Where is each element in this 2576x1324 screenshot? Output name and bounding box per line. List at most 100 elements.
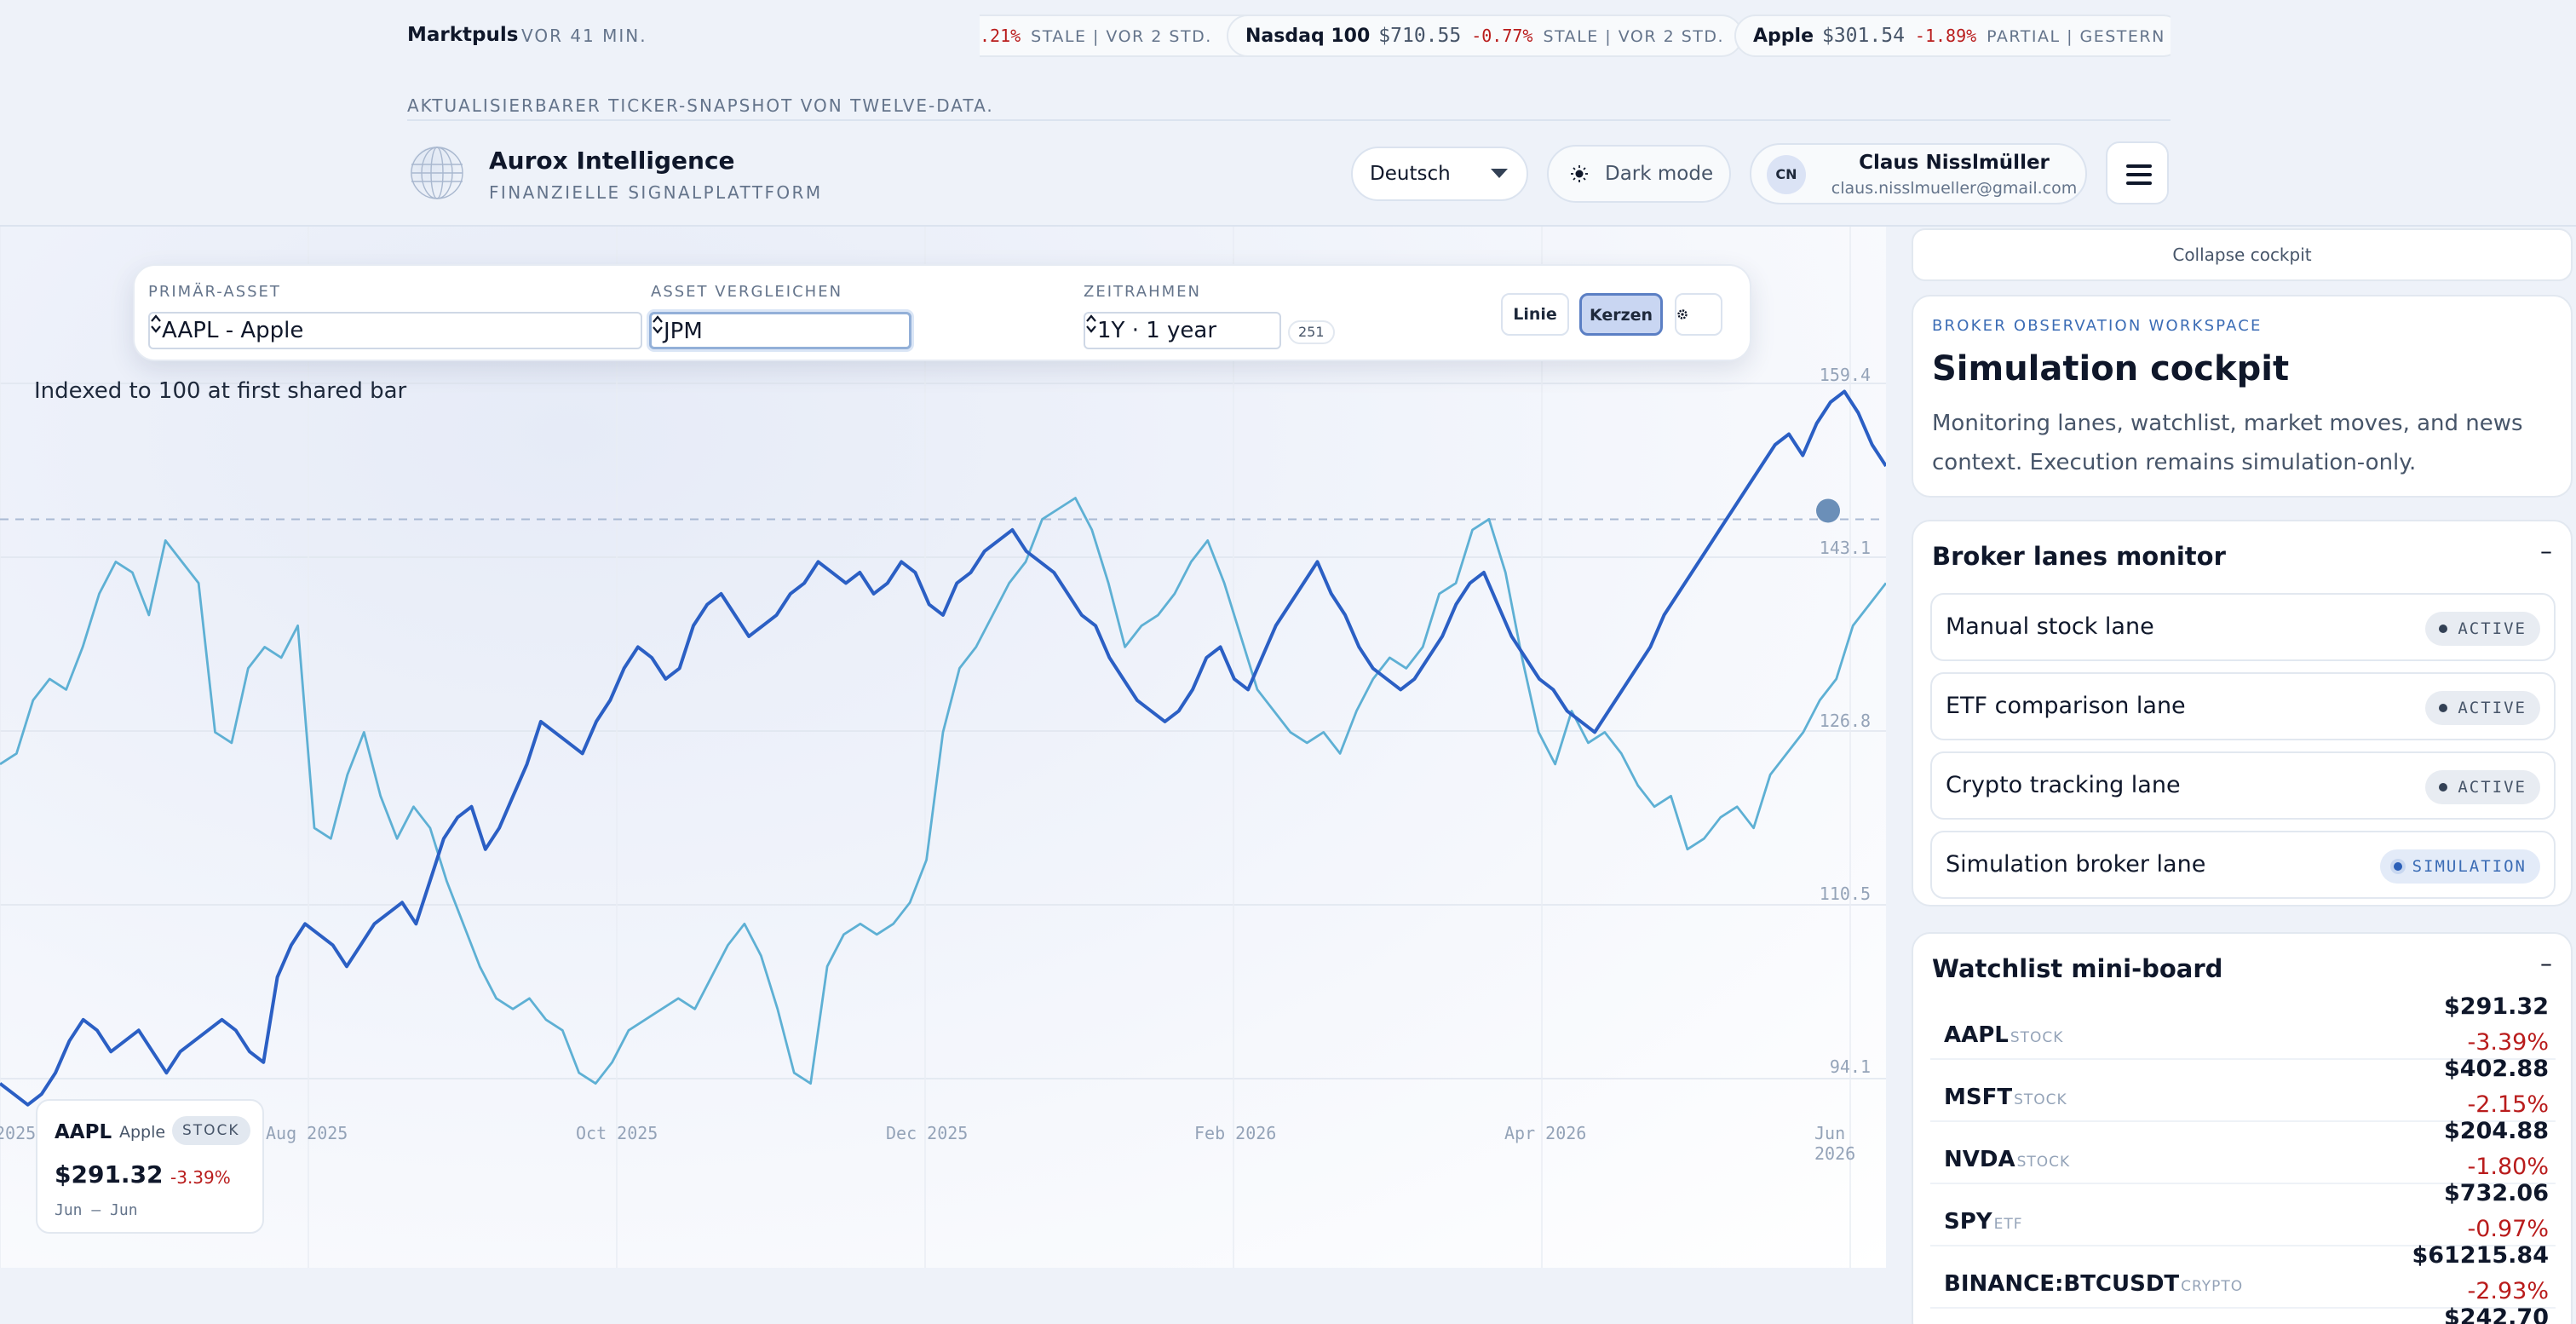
lane-name: Manual stock lane [1946,613,2154,640]
watch-symbol: SPY ETF [1944,1209,2023,1235]
primary-asset-select[interactable]: AAPL - Apple [148,312,642,349]
watch-price: $732.06 [2444,1180,2549,1206]
cockpit-description: Monitoring lanes, watchlist, market move… [1932,411,2523,475]
compare-asset-label: ASSET VERGLEICHEN [651,283,843,301]
watch-type: STOCK [2010,1029,2064,1046]
lanes-collapse-toggle[interactable]: – [2540,537,2552,565]
language-select[interactable]: Deutsch [1351,147,1528,201]
menu-icon-bar [2126,173,2152,176]
watchlist-row[interactable]: BINANCE:BTCUSDT CRYPTO $61215.84 -2.93% [1930,1242,2556,1309]
lane-name: ETF comparison lane [1946,693,2186,719]
brand-name: Aurox Intelligence [489,147,735,175]
timeframe-label: ZEITRAHMEN [1084,283,1202,301]
watchlist-row[interactable]: $242.70 [1930,1304,2556,1324]
price-tick-label: 110.5 [1819,884,1871,904]
hover-range: Jun – Jun [55,1201,138,1219]
status-dot-icon [2439,625,2448,633]
updown-chevron-icon [1086,314,1096,333]
ticker-name: Apple [1753,26,1814,47]
compare-asset-select[interactable]: JPM [649,312,911,349]
watchlist-row[interactable]: NVDA STOCK $204.88 -1.80% [1930,1118,2556,1184]
collapse-cockpit-button[interactable]: Collapse cockpit [1912,228,2573,281]
watchlist-card: Watchlist mini-board – AAPL STOCK $291.32-… [1912,932,2573,1324]
watch-symbol-text: BINANCE:BTCUSDT [1944,1271,2180,1297]
watch-symbol: NVDA STOCK [1944,1147,2070,1172]
status-badge-text: ACTIVE [2458,619,2527,638]
dark-mode-toggle[interactable]: Dark mode [1547,145,1731,203]
watchlist-collapse-toggle[interactable]: – [2540,949,2552,977]
user-menu[interactable]: CN Claus Nisslmüller claus.nisslmueller@… [1750,143,2087,204]
watch-price: $61215.84 [2412,1242,2549,1269]
status-badge: ACTIVE [2425,612,2540,646]
lane-name: Simulation broker lane [1946,851,2206,878]
bar-count-badge: 251 [1288,320,1335,344]
primary-asset-value: AAPL - Apple [162,318,304,343]
lane-row[interactable]: Simulation broker lane SIMULATION [1930,831,2556,899]
status-dot-icon [2439,704,2448,712]
status-badge-text: ACTIVE [2458,699,2527,717]
language-value: Deutsch [1370,163,1451,185]
timeframe-value: 1Y · 1 year [1097,318,1217,343]
watch-symbol-text: NVDA [1944,1147,2015,1172]
watchlist-row[interactable]: MSFT STOCK $402.88 -2.15% [1930,1056,2556,1122]
watch-symbol-text: AAPL [1944,1022,2009,1048]
cockpit-title: Simulation cockpit [1932,349,2290,389]
ticker-pill[interactable]: Apple $301.54 -1.89% PARTIAL | GESTERN [1734,14,2171,57]
price-chart[interactable]: Indexed to 100 at first shared bar 159.4… [0,227,1886,1268]
user-name: Claus Nisslmüller [1859,152,2050,174]
status-badge: SIMULATION [2379,849,2540,884]
lane-row[interactable]: Manual stock lane ACTIVE [1930,593,2556,661]
status-dot-icon [2439,783,2448,792]
chart-caption: Indexed to 100 at first shared bar [34,378,407,404]
candles-chart-button[interactable]: Kerzen [1579,293,1663,336]
divider [407,119,2171,121]
watch-symbol-text: SPY [1944,1209,1992,1235]
hover-price: $291.32 [55,1160,164,1189]
hover-type-badge: STOCK [172,1116,250,1145]
cockpit-intro-card: BROKER OBSERVATION WORKSPACE Simulation … [1912,295,2573,498]
ticker-label: Marktpuls [407,24,519,46]
date-tick-label: Feb 2026 [1194,1123,1277,1143]
chart-settings-button[interactable] [1675,293,1722,336]
menu-icon-bar [2126,181,2152,185]
watchlist-row[interactable]: AAPL STOCK $291.32 -3.39% [1930,993,2556,1060]
watch-type: STOCK [2014,1091,2067,1108]
ticker-subcaption: AKTUALISIERBARER TICKER-SNAPSHOT VON TWE… [407,95,994,116]
dark-mode-label: Dark mode [1605,163,1714,185]
date-tick-label: Apr 2026 [1504,1123,1587,1143]
status-badge: ACTIVE [2425,691,2540,725]
watch-change: -3.39% [2467,1029,2549,1056]
watch-price: $242.70 [2444,1304,2549,1324]
watch-type: ETF [1993,1216,2023,1233]
watch-symbol: MSFT STOCK [1944,1085,2067,1110]
lane-row[interactable]: ETF comparison lane ACTIVE [1930,672,2556,740]
watchlist-title: Watchlist mini-board [1932,954,2223,983]
ticker-status: STALE | VOR 2 STD. [1031,27,1212,46]
ticker-pill[interactable]: .21% STALE | VOR 2 STD. [980,14,1264,57]
lane-row[interactable]: Crypto tracking lane ACTIVE [1930,751,2556,820]
date-tick-label: Jun 2026 [1814,1123,1856,1164]
brand-globe-icon[interactable] [407,143,467,203]
cockpit-eyebrow: BROKER OBSERVATION WORKSPACE [1932,317,2263,335]
status-badge-text: SIMULATION [2412,857,2527,876]
timeframe-select[interactable]: 1Y · 1 year [1084,312,1281,349]
ticker-age: VOR 41 MIN. [521,26,647,46]
ticker-pill[interactable]: Nasdaq 100 $710.55 -0.77% STALE | VOR 2 STD… [1227,14,1744,57]
status-badge: ACTIVE [2425,770,2540,804]
line-chart-button[interactable]: Linie [1501,293,1569,336]
price-tick-label: 143.1 [1819,538,1871,558]
ticker-change: -1.89% [1914,26,1977,46]
price-tick-label: 159.4 [1819,365,1871,385]
watch-symbol: AAPL STOCK [1944,1022,2063,1048]
watchlist-row[interactable]: SPY ETF $732.06 -0.97% [1930,1180,2556,1246]
watch-symbol-text: MSFT [1944,1085,2013,1110]
status-badge-text: ACTIVE [2458,778,2527,797]
hamburger-menu-button[interactable] [2106,141,2169,204]
date-tick-label: 2025 [0,1123,37,1143]
lane-name: Crypto tracking lane [1946,772,2181,798]
watch-type: STOCK [2016,1154,2071,1171]
broker-lanes-card: Broker lanes monitor – Manual stock lane… [1912,520,2573,907]
chart-controls: PRIMÄR-ASSET AAPL - Apple ASSET VERGLEIC… [133,264,1751,361]
ticker-change: -0.77% [1471,26,1533,46]
ticker-status: STALE | VOR 2 STD. [1543,27,1725,46]
